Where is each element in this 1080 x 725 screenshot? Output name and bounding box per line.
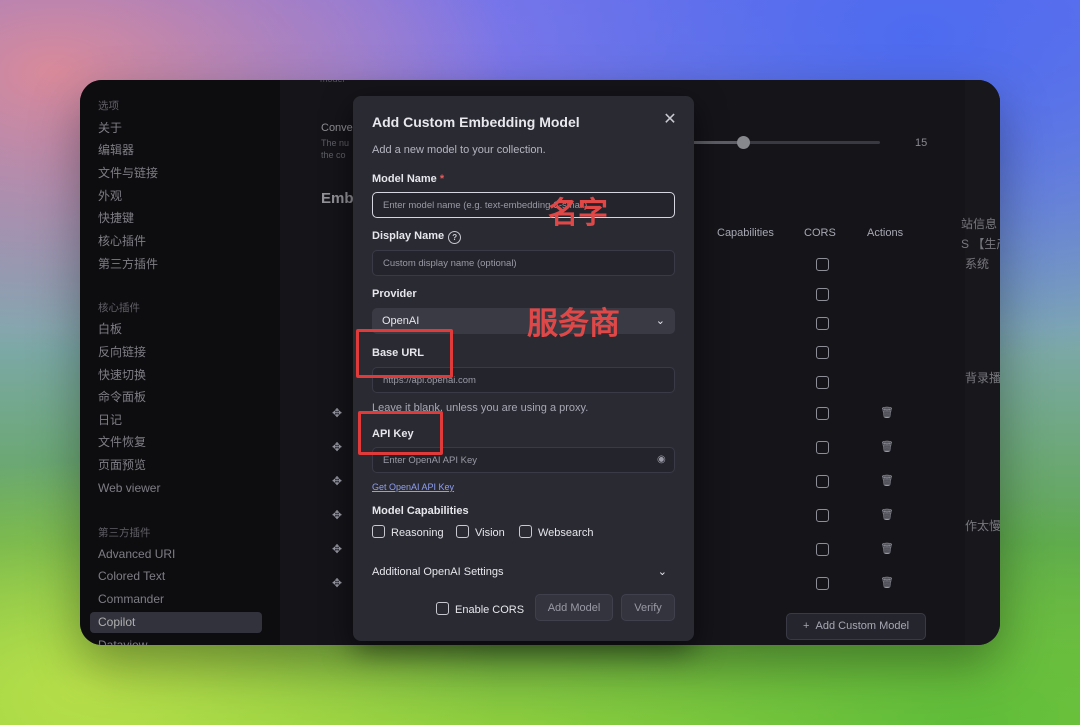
add-custom-model-button[interactable]: + Add Custom Model	[786, 613, 926, 640]
vision-checkbox[interactable]	[456, 525, 469, 538]
trash-icon[interactable]: 🗑	[880, 509, 894, 521]
annotation-box-base-url	[356, 329, 453, 378]
chevron-down-icon: ⌄	[655, 315, 665, 327]
model-name-label: Model Name *	[372, 173, 445, 185]
row-cors-checkbox[interactable]	[816, 577, 829, 590]
annotation-name: 名字	[548, 196, 608, 231]
capability-reasoning[interactable]: Reasoning	[372, 525, 444, 539]
enable-cors-toggle[interactable]: Enable CORS	[436, 602, 524, 616]
row-cors-checkbox[interactable]	[816, 376, 829, 389]
enable-cors-checkbox[interactable]	[436, 602, 449, 615]
table-header-capabilities: Capabilities	[717, 227, 774, 239]
eye-icon[interactable]: ◉	[657, 454, 666, 465]
provider-value: OpenAI	[382, 315, 420, 327]
capability-websearch[interactable]: Websearch	[519, 525, 593, 539]
drag-handle-icon[interactable]: ✥	[331, 475, 343, 487]
model-name-input[interactable]	[372, 192, 675, 218]
capabilities-label: Model Capabilities	[372, 505, 469, 517]
dialog-title: Add Custom Embedding Model	[372, 114, 580, 130]
annotation-box-api-key	[358, 411, 443, 455]
drag-handle-icon[interactable]: ✥	[331, 577, 343, 589]
reasoning-checkbox[interactable]	[372, 525, 385, 538]
capability-vision[interactable]: Vision	[456, 525, 505, 539]
add-model-button[interactable]: Add Model	[535, 594, 613, 621]
websearch-checkbox[interactable]	[519, 525, 532, 538]
row-cors-checkbox[interactable]	[816, 475, 829, 488]
chevron-down-icon: ⌄	[657, 566, 667, 578]
dialog-description: Add a new model to your collection.	[372, 144, 546, 156]
annotation-provider: 服务商	[527, 306, 620, 342]
row-cors-checkbox[interactable]	[816, 509, 829, 522]
drag-handle-icon[interactable]: ✥	[331, 543, 343, 555]
info-icon[interactable]: ?	[448, 231, 462, 244]
trash-icon[interactable]: 🗑	[880, 577, 894, 589]
close-icon[interactable]: ✕	[661, 111, 679, 129]
get-api-key-link[interactable]: Get OpenAI API Key	[372, 482, 454, 492]
additional-settings-toggle[interactable]: Additional OpenAI Settings ⌄	[372, 566, 675, 578]
required-mark: *	[439, 173, 445, 185]
row-cors-checkbox[interactable]	[816, 317, 829, 330]
display-name-input[interactable]	[372, 250, 675, 276]
display-name-label: Display Name?	[372, 230, 462, 244]
provider-label: Provider	[372, 288, 417, 300]
row-cors-checkbox[interactable]	[816, 543, 829, 556]
drag-handle-icon[interactable]: ✥	[331, 441, 343, 453]
drag-handle-icon[interactable]: ✥	[331, 407, 343, 419]
drag-handle-icon[interactable]: ✥	[331, 509, 343, 521]
add-custom-model-label: Add Custom Model	[815, 620, 910, 632]
trash-icon[interactable]: 🗑	[880, 407, 894, 419]
trash-icon[interactable]: 🗑	[880, 475, 894, 487]
trash-icon[interactable]: 🗑	[880, 543, 894, 555]
row-cors-checkbox[interactable]	[816, 346, 829, 359]
table-header-actions: Actions	[867, 227, 904, 239]
row-cors-checkbox[interactable]	[816, 441, 829, 454]
row-cors-checkbox[interactable]	[816, 258, 829, 271]
table-header-cors: CORS	[804, 227, 836, 239]
verify-button[interactable]: Verify	[621, 594, 675, 621]
row-cors-checkbox[interactable]	[816, 288, 829, 301]
trash-icon[interactable]: 🗑	[880, 441, 894, 453]
row-cors-checkbox[interactable]	[816, 407, 829, 420]
plus-icon: +	[802, 620, 816, 632]
